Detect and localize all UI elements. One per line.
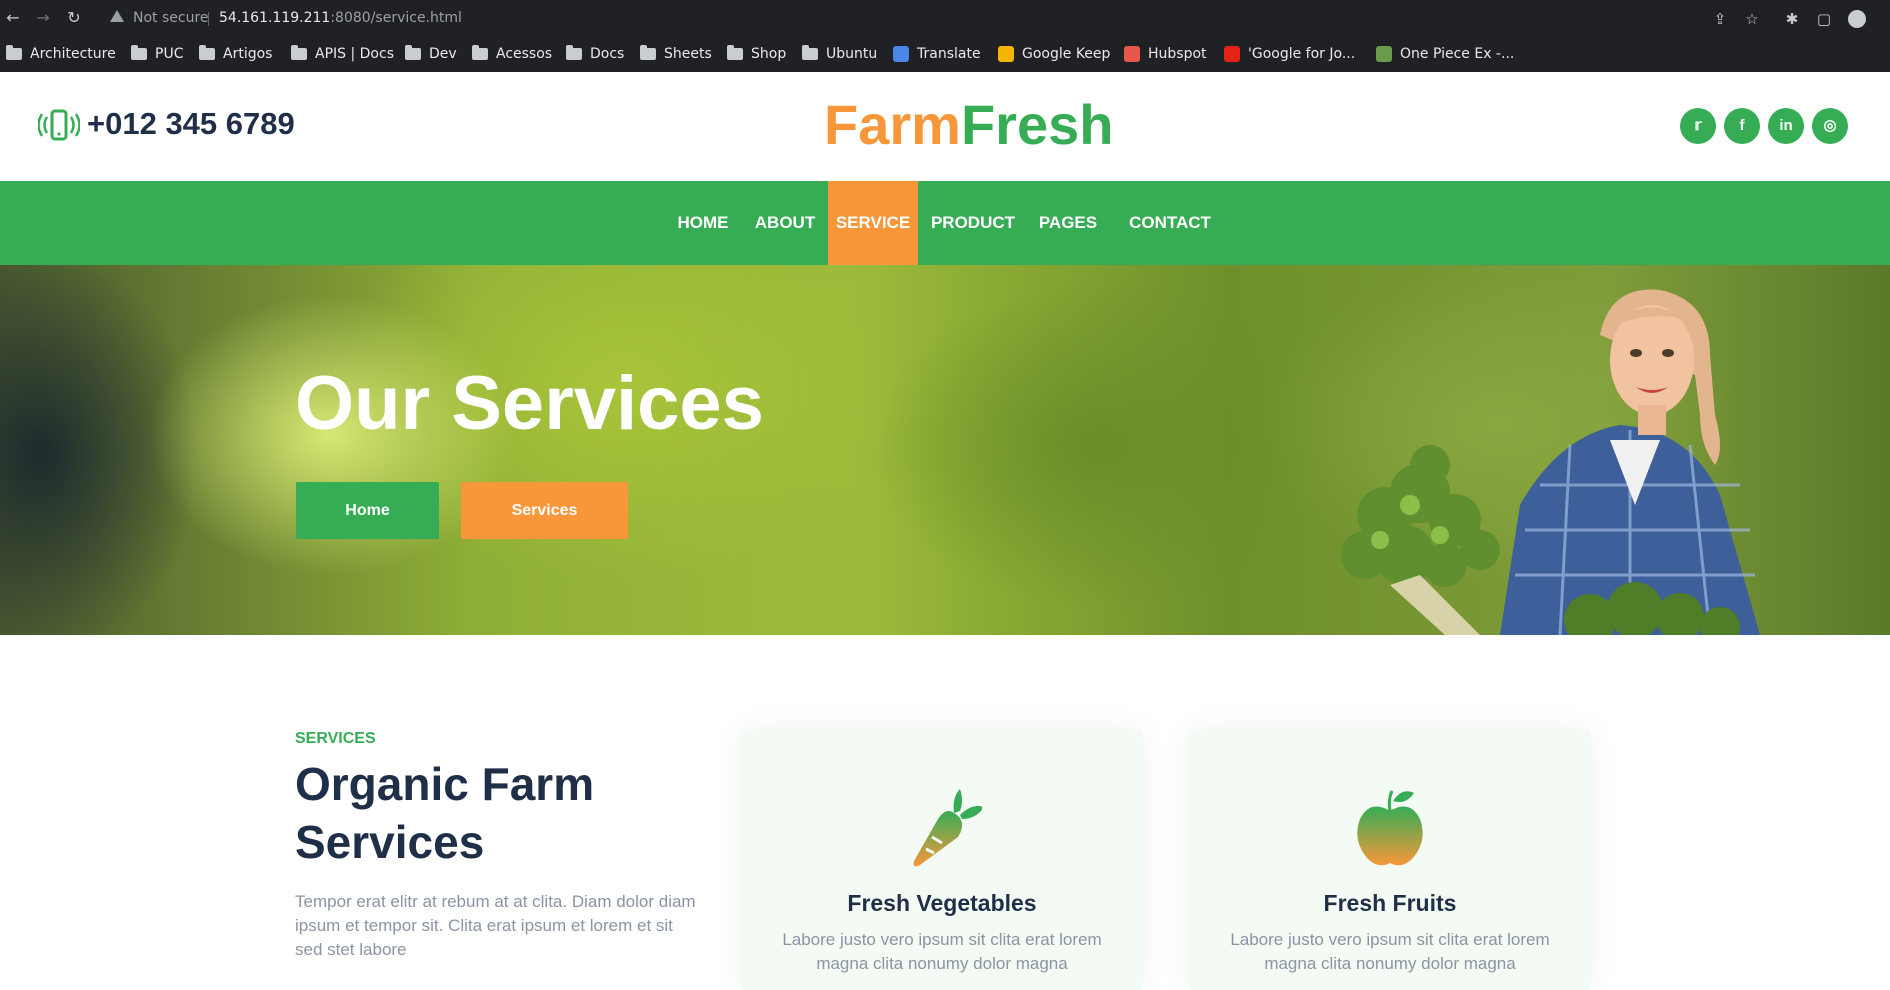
section-title: Organic Farm Services bbox=[295, 758, 595, 868]
bookmark-google-jobs[interactable]: 'Google for Jo... bbox=[1224, 43, 1355, 65]
service-card-vegetables[interactable]: Fresh Vegetables Labore justo vero ipsum… bbox=[742, 730, 1142, 990]
star-icon[interactable]: ☆ bbox=[1744, 11, 1760, 27]
folder-icon bbox=[566, 45, 582, 60]
youtube-icon bbox=[1224, 46, 1240, 62]
security-label[interactable]: Not secure bbox=[133, 10, 209, 26]
page-title: Our Services bbox=[295, 361, 764, 446]
card-title: Fresh Fruits bbox=[1323, 890, 1457, 916]
contact-phone: +012 345 6789 bbox=[87, 106, 295, 141]
linkedin-icon[interactable]: in bbox=[1768, 108, 1804, 144]
bookmark-label: Translate bbox=[917, 46, 981, 62]
bookmark-architecture[interactable]: Architecture bbox=[6, 43, 116, 65]
bookmark-hubspot[interactable]: Hubspot bbox=[1124, 43, 1207, 65]
folder-icon bbox=[802, 45, 818, 60]
bookmark-label: Artigos bbox=[223, 46, 273, 62]
breadcrumb-services-button[interactable]: Services bbox=[461, 482, 628, 539]
share-icon[interactable]: ⇪ bbox=[1712, 11, 1728, 27]
extensions-icon[interactable]: ✱ bbox=[1784, 11, 1800, 27]
carrot-icon bbox=[913, 789, 982, 867]
bookmark-artigos[interactable]: Artigos bbox=[199, 43, 272, 65]
profile-avatar-icon[interactable] bbox=[1848, 10, 1866, 28]
logo-farm: Farm bbox=[824, 93, 961, 156]
nav-product[interactable]: PRODUCT bbox=[928, 181, 1018, 265]
bookmark-sheets[interactable]: Sheets bbox=[640, 43, 712, 65]
nav-pages-label: PAGES bbox=[1038, 213, 1098, 232]
folder-icon bbox=[6, 45, 22, 60]
folder-icon bbox=[291, 45, 307, 60]
nav-service[interactable]: SERVICE bbox=[828, 181, 918, 265]
back-arrow-icon[interactable]: ← bbox=[4, 9, 22, 27]
google-keep-icon bbox=[998, 46, 1014, 62]
bookmark-label: Docs bbox=[590, 46, 625, 62]
bookmark-label: PUC bbox=[155, 46, 184, 62]
card-description: Labore justo vero ipsum sit clita erat l… bbox=[1230, 930, 1550, 973]
bookmark-translate[interactable]: Translate bbox=[893, 43, 981, 65]
folder-icon bbox=[727, 45, 743, 60]
logo-fresh: Fresh bbox=[960, 93, 1114, 156]
folder-icon bbox=[640, 45, 656, 60]
bookmark-label: Ubuntu bbox=[826, 46, 878, 62]
bookmarks-bar: Architecture PUC Artigos APIS | Docs Dev… bbox=[0, 36, 1890, 73]
bookmark-label: Google Keep bbox=[1022, 46, 1111, 62]
facebook-icon[interactable]: f bbox=[1724, 108, 1760, 144]
url-host: 54.161.119.211 bbox=[219, 10, 331, 26]
bookmark-label: Architecture bbox=[30, 46, 116, 62]
bookmark-dev[interactable]: Dev bbox=[405, 43, 457, 65]
url-text[interactable]: 54.161.119.211:8080/service.html bbox=[219, 10, 462, 26]
forward-arrow-icon[interactable]: → bbox=[34, 9, 52, 27]
one-piece-icon bbox=[1376, 46, 1392, 62]
bookmark-label: Dev bbox=[429, 46, 457, 62]
bookmark-puc[interactable]: PUC bbox=[131, 43, 183, 65]
bookmark-ubuntu[interactable]: Ubuntu bbox=[802, 43, 877, 65]
phone-icon bbox=[38, 109, 80, 141]
apple-icon bbox=[1357, 790, 1423, 866]
bookmark-acessos[interactable]: Acessos bbox=[472, 43, 552, 65]
bookmark-label: 'Google for Jo... bbox=[1248, 46, 1356, 62]
section-description: Tempor erat elitr at rebum at at clita. … bbox=[295, 892, 696, 959]
service-card-fruits[interactable]: Fresh Fruits Labore justo vero ipsum sit… bbox=[1190, 730, 1590, 990]
folder-icon bbox=[472, 45, 488, 60]
translate-icon bbox=[893, 46, 909, 62]
bookmark-label: APIS | Docs bbox=[315, 46, 394, 62]
bookmark-docs[interactable]: Docs bbox=[566, 43, 624, 65]
folder-icon bbox=[405, 45, 421, 60]
instagram-icon[interactable]: ◎ bbox=[1812, 108, 1848, 144]
bookmark-google-keep[interactable]: Google Keep bbox=[998, 43, 1110, 65]
nav-home[interactable]: HOME bbox=[666, 181, 740, 265]
browser-toolbar: ← → ↻ Not secure 54.161.119.211:8080/ser… bbox=[0, 0, 1890, 36]
side-panel-icon[interactable]: ▢ bbox=[1816, 11, 1832, 27]
bookmark-label: Acessos bbox=[496, 46, 553, 62]
hubspot-icon bbox=[1124, 46, 1140, 62]
card-description: Labore justo vero ipsum sit clita erat l… bbox=[782, 930, 1102, 973]
nav-pages[interactable]: PAGES bbox=[1033, 181, 1103, 311]
bookmark-label: Sheets bbox=[664, 46, 712, 62]
site-logo[interactable]: FarmFresh bbox=[824, 92, 1113, 157]
bookmark-label: Shop bbox=[751, 46, 787, 62]
breadcrumb-home-button[interactable]: Home bbox=[296, 482, 439, 539]
hero-banner: Our Services Home Services bbox=[0, 265, 1890, 635]
folder-icon bbox=[199, 45, 215, 60]
nav-contact[interactable]: CONTACT bbox=[1128, 181, 1212, 265]
nav-about[interactable]: ABOUT bbox=[750, 181, 820, 265]
card-title: Fresh Vegetables bbox=[847, 890, 1037, 916]
address-separator bbox=[208, 12, 209, 26]
farmer-woman-image bbox=[1341, 289, 1760, 635]
bookmark-one-piece[interactable]: One Piece Ex -... bbox=[1376, 43, 1514, 65]
url-path: :8080/service.html bbox=[330, 10, 462, 26]
bookmark-label: Hubspot bbox=[1148, 46, 1207, 62]
reload-icon[interactable]: ↻ bbox=[65, 9, 83, 27]
bookmark-label: One Piece Ex -... bbox=[1400, 46, 1515, 62]
warning-icon bbox=[110, 10, 124, 22]
main-navbar: HOME ABOUT SERVICE PRODUCT PAGES CONTACT bbox=[0, 181, 1890, 311]
bookmark-shop[interactable]: Shop bbox=[727, 43, 786, 65]
twitter-icon[interactable]: 𝕣 bbox=[1680, 108, 1716, 144]
folder-icon bbox=[131, 45, 147, 60]
bookmark-apis-docs[interactable]: APIS | Docs bbox=[291, 43, 394, 65]
site-topbar: +012 345 6789 FarmFresh 𝕣 f in ◎ bbox=[0, 72, 1890, 181]
section-kicker: SERVICES bbox=[295, 730, 376, 747]
